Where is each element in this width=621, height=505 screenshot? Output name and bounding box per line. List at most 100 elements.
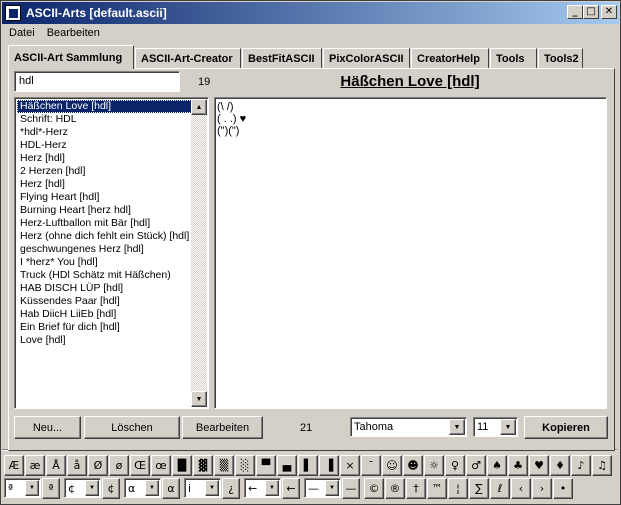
- list-item[interactable]: Ein Brief für dich [hdl]: [17, 321, 192, 334]
- list-item[interactable]: Häßchen Love [hdl]: [17, 100, 192, 113]
- list-item[interactable]: Love [hdl]: [17, 334, 192, 347]
- symbol-insert-button[interactable]: ¿: [222, 478, 240, 499]
- symbol-select[interactable]: i ▼: [184, 478, 221, 498]
- list-item[interactable]: HDL-Herz: [17, 139, 192, 152]
- list-item[interactable]: Burning Heart [herz hdl]: [17, 204, 192, 217]
- scroll-down-icon[interactable]: ▼: [191, 391, 207, 407]
- list-item[interactable]: geschwungenes Herz [hdl]: [17, 243, 192, 256]
- tab-pixcolorascii[interactable]: PixColorASCII: [323, 48, 410, 69]
- new-button[interactable]: Neu...: [14, 416, 81, 439]
- list-item[interactable]: I *herz* You [hdl]: [17, 256, 192, 269]
- symbol-button[interactable]: ♀: [445, 455, 465, 476]
- chevron-down-icon[interactable]: ▼: [85, 480, 99, 496]
- list-item[interactable]: Hab DiicH LiiEb [hdl]: [17, 308, 192, 321]
- symbol-button[interactable]: ¯: [361, 455, 381, 476]
- chevron-down-icon[interactable]: ▼: [449, 419, 465, 435]
- symbol-button[interactable]: ☼: [424, 455, 444, 476]
- symbol-button[interactable]: ×: [340, 455, 360, 476]
- list-item[interactable]: 2 Herzen [hdl]: [17, 165, 192, 178]
- menu-bearbeiten[interactable]: Bearbeiten: [40, 27, 105, 39]
- symbol-button[interactable]: ▀: [256, 455, 276, 476]
- art-preview[interactable]: (\ /) ( . .) ♥ (")("): [214, 97, 607, 409]
- chevron-down-icon[interactable]: ▼: [500, 419, 516, 435]
- symbol-button[interactable]: Å: [46, 455, 66, 476]
- symbol-button[interactable]: ∑: [469, 478, 489, 499]
- symbol-button[interactable]: ▌: [298, 455, 318, 476]
- symbol-button[interactable]: ©: [364, 478, 384, 499]
- symbol-button[interactable]: å: [67, 455, 87, 476]
- symbol-button[interactable]: ♦: [550, 455, 570, 476]
- symbol-insert-button[interactable]: ←: [282, 478, 300, 499]
- symbol-select[interactable]: ← ▼: [244, 478, 281, 498]
- symbol-insert-button[interactable]: ¢: [102, 478, 120, 499]
- list-item[interactable]: Herz [hdl]: [17, 152, 192, 165]
- title-bar[interactable]: ASCII-Arts [default.ascii] _ □ ✕: [2, 2, 619, 24]
- list-item[interactable]: Herz [hdl]: [17, 178, 192, 191]
- list-item[interactable]: Schrift: HDL: [17, 113, 192, 126]
- symbol-button[interactable]: ♫: [592, 455, 612, 476]
- list-item[interactable]: Herz-Luftballon mit Bär [hdl]: [17, 217, 192, 230]
- chevron-down-icon[interactable]: ▼: [265, 480, 279, 496]
- symbol-button[interactable]: ♥: [529, 455, 549, 476]
- tab-tools2[interactable]: Tools2: [538, 48, 583, 69]
- tab-creatorhelp[interactable]: CreatorHelp: [411, 48, 489, 69]
- delete-button[interactable]: Löschen: [84, 416, 180, 439]
- chevron-down-icon[interactable]: ▼: [325, 480, 339, 496]
- symbol-button[interactable]: ›: [532, 478, 552, 499]
- symbol-button[interactable]: †: [406, 478, 426, 499]
- symbol-button[interactable]: ♂: [466, 455, 486, 476]
- symbol-button[interactable]: ▄: [277, 455, 297, 476]
- symbol-button[interactable]: ø: [109, 455, 129, 476]
- symbol-button[interactable]: ♣: [508, 455, 528, 476]
- scroll-up-icon[interactable]: ▲: [191, 99, 207, 115]
- copy-button[interactable]: Kopieren: [524, 416, 608, 439]
- symbol-button[interactable]: ™: [427, 478, 447, 499]
- symbol-select[interactable]: ª ▼: [4, 478, 41, 498]
- symbol-select[interactable]: α ▼: [124, 478, 161, 498]
- symbol-button[interactable]: ▒: [214, 455, 234, 476]
- symbol-button[interactable]: ☺: [382, 455, 402, 476]
- symbol-button[interactable]: •: [553, 478, 573, 499]
- symbol-button[interactable]: œ: [151, 455, 171, 476]
- symbol-select[interactable]: ¢ ▼: [64, 478, 101, 498]
- list-scrollbar[interactable]: ▲ ▼: [191, 99, 207, 407]
- symbol-button[interactable]: ¦: [448, 478, 468, 499]
- list-item[interactable]: Küssendes Paar [hdl]: [17, 295, 192, 308]
- symbol-insert-button[interactable]: ª: [42, 478, 60, 499]
- font-select[interactable]: Tahoma ▼: [350, 417, 467, 437]
- symbol-insert-button[interactable]: α: [162, 478, 180, 499]
- minimize-button[interactable]: _: [567, 5, 583, 19]
- symbol-button[interactable]: ®: [385, 478, 405, 499]
- symbol-button[interactable]: ♪: [571, 455, 591, 476]
- symbol-button[interactable]: æ: [25, 455, 45, 476]
- symbol-button[interactable]: ℓ: [490, 478, 510, 499]
- list-item[interactable]: Flying Heart [hdl]: [17, 191, 192, 204]
- symbol-button[interactable]: ♠: [487, 455, 507, 476]
- chevron-down-icon[interactable]: ▼: [25, 480, 39, 496]
- symbol-select[interactable]: — ▼: [304, 478, 341, 498]
- list-item[interactable]: Herz (ohne dich fehlt ein Stück) [hdl]: [17, 230, 192, 243]
- edit-button[interactable]: Bearbeiten: [182, 416, 263, 439]
- symbol-button[interactable]: ▐: [319, 455, 339, 476]
- tab-ascii-art-sammlung[interactable]: ASCII-Art Sammlung: [8, 45, 134, 69]
- symbol-button[interactable]: ‹: [511, 478, 531, 499]
- menu-datei[interactable]: Datei: [2, 27, 40, 39]
- tab-ascii-art-creator[interactable]: ASCII-Art-Creator: [135, 48, 241, 69]
- symbol-button[interactable]: Ø: [88, 455, 108, 476]
- list-item[interactable]: Truck (HDl Schätz mit Häßchen): [17, 269, 192, 282]
- maximize-button[interactable]: □: [583, 5, 599, 19]
- font-size-select[interactable]: 11 ▼: [473, 417, 518, 437]
- symbol-button[interactable]: Œ: [130, 455, 150, 476]
- list-item[interactable]: *hdl*-Herz: [17, 126, 192, 139]
- tab-tools[interactable]: Tools: [490, 48, 537, 69]
- close-button[interactable]: ✕: [601, 5, 617, 19]
- list-item[interactable]: HAB DISCH LÜP [hdl]: [17, 282, 192, 295]
- symbol-button[interactable]: Æ: [4, 455, 24, 476]
- symbol-insert-button[interactable]: —: [342, 478, 360, 499]
- symbol-button[interactable]: ▓: [193, 455, 213, 476]
- symbol-button[interactable]: █: [172, 455, 192, 476]
- chevron-down-icon[interactable]: ▼: [205, 480, 219, 496]
- tab-bestfitascii[interactable]: BestFitASCII: [242, 48, 322, 69]
- chevron-down-icon[interactable]: ▼: [145, 480, 159, 496]
- symbol-button[interactable]: ░: [235, 455, 255, 476]
